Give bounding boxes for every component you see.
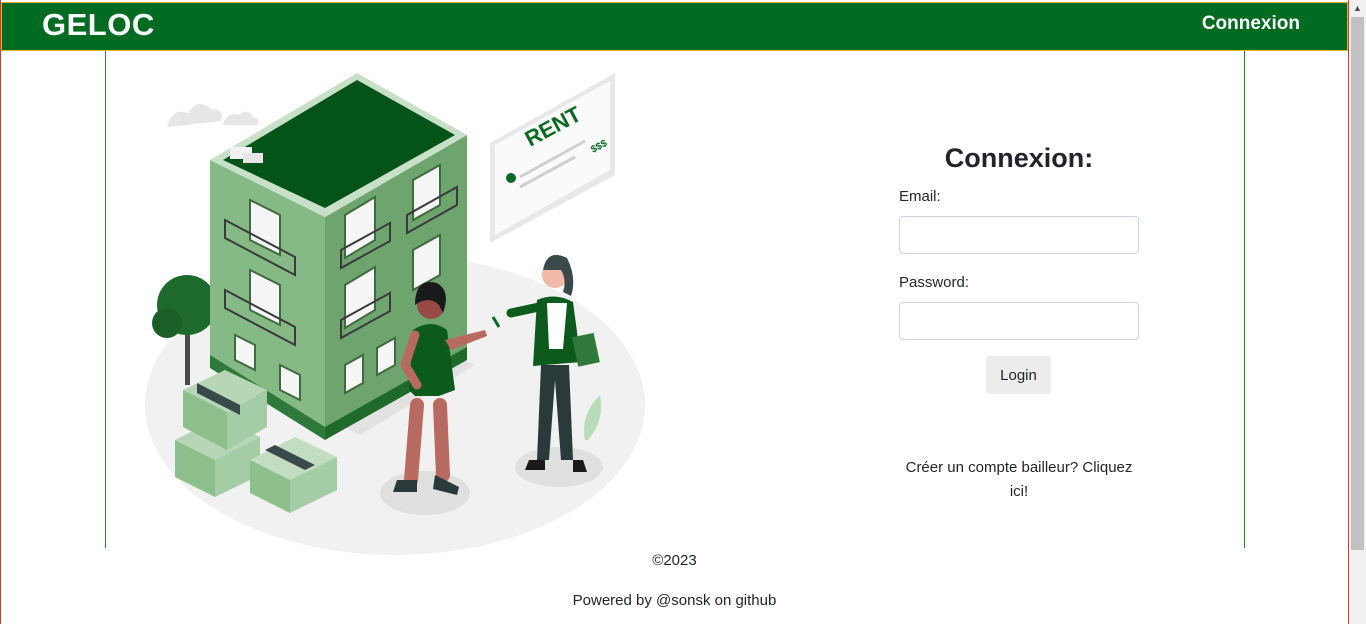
email-field[interactable] [899,216,1139,254]
password-field[interactable] [899,302,1139,340]
scrollbar-thumb[interactable] [1351,17,1364,550]
footer-powered-by: Powered by @sonsk on github [572,592,777,609]
footer-copyright: ©2023 [652,552,697,569]
vertical-scrollbar[interactable]: ▲ [1349,0,1366,624]
email-label: Email: [899,188,941,205]
brand-logo[interactable]: GELOC [42,7,155,43]
rental-illustration: RENT $$$ [145,73,645,555]
location-pin-icon [506,173,516,183]
signup-link[interactable]: Créer un compte bailleur? Cliquez ici! [896,456,1142,504]
cloud-icon [223,111,259,125]
login-title: Connexion: [944,143,1094,173]
login-button[interactable]: Login [986,356,1051,394]
navbar: GELOC Connexion [1,2,1348,51]
rent-sign: RENT $$$ [490,73,615,243]
scroll-up-arrow-icon[interactable]: ▲ [1349,0,1366,17]
nav-login-link[interactable]: Connexion [1202,13,1300,35]
cloud-icon [167,103,222,127]
password-label: Password: [899,274,970,291]
